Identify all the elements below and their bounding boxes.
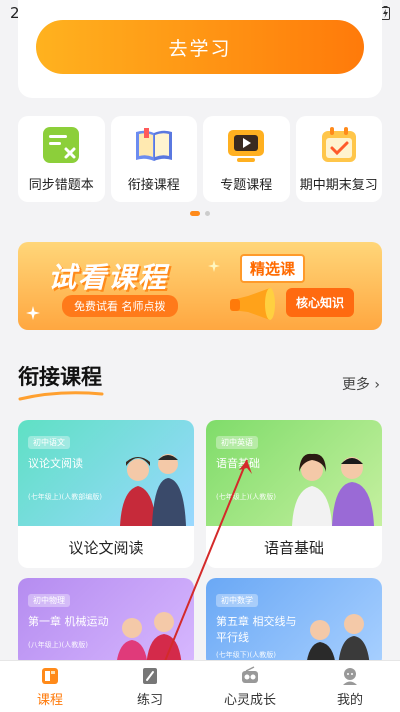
- teachers-image: [306, 614, 370, 668]
- banner-subtitle: 免费试看 名师点拨: [62, 295, 178, 317]
- course-thumbnail: 初中物理 第一章 机械运动 (八年级上)(人教版): [18, 578, 194, 668]
- course-card[interactable]: 初中语文 议论文阅读 (七年级上)(人教部编版) 议论文阅读: [18, 420, 194, 568]
- sparkle-icon: [26, 306, 40, 320]
- tile-label: 期中期末复习: [299, 178, 378, 193]
- carousel-dot: [205, 211, 210, 216]
- battery-icon: [381, 6, 390, 20]
- teachers-image: [120, 454, 186, 526]
- course-subject-tag: 初中数学: [216, 594, 258, 607]
- course-subject-tag: 初中语文: [28, 436, 70, 449]
- tile-exam-review[interactable]: 期中期末复习: [295, 116, 382, 202]
- radio-icon: [242, 665, 258, 683]
- tile-wrong-questions[interactable]: 同步错题本: [18, 116, 105, 202]
- course-grade: (八年级上)(人教版): [28, 641, 88, 649]
- nav-label: 心灵成长: [223, 692, 276, 708]
- pencil-note-icon: [143, 667, 157, 684]
- sparkle-icon: [208, 260, 220, 272]
- video-icon: [228, 130, 265, 162]
- teachers-image: [116, 612, 182, 668]
- nav-label: 练习: [136, 692, 163, 708]
- course-thumbnail: 初中英语 语音基础 (七年级上)(人教版): [206, 420, 382, 526]
- course-card[interactable]: 初中物理 第一章 机械运动 (八年级上)(人教版): [18, 578, 194, 668]
- nav-mind-growth[interactable]: 心灵成长: [200, 661, 300, 712]
- course-thumbnail: 初中数学 第五章 相交线与平行线 (七年级下)(人教版): [206, 578, 382, 668]
- course-thumb-title: 第五章 相交线与平行线: [216, 615, 297, 644]
- course-card[interactable]: 初中数学 第五章 相交线与平行线 (七年级下)(人教版): [206, 578, 382, 668]
- megaphone-icon: [230, 288, 275, 320]
- course-subject-tag: 初中英语: [216, 436, 258, 449]
- nav-label: 我的: [336, 692, 363, 708]
- trial-courses-banner[interactable]: 试看课程 免费试看 名师点拨 精选课 核心知识: [18, 242, 382, 330]
- course-grade: (七年级上)(人教版): [216, 493, 276, 501]
- course-subject-tag: 初中物理: [28, 594, 70, 607]
- course-grade: (七年级下)(人教版): [216, 651, 276, 659]
- tile-label: 同步错题本: [28, 178, 94, 193]
- wrong-questions-icon: [43, 127, 80, 163]
- more-link[interactable]: 更多 ›: [342, 374, 380, 394]
- nav-courses[interactable]: 课程: [0, 661, 100, 712]
- calendar-icon: [321, 127, 356, 162]
- nav-label: 课程: [36, 692, 63, 708]
- banner-headline: 试看课程: [48, 261, 169, 294]
- core-knowledge-button[interactable]: 核心知识: [286, 288, 355, 317]
- course-grade: (七年级上)(人教部编版): [28, 493, 102, 501]
- tile-bridge-courses[interactable]: 衔接课程: [110, 116, 197, 202]
- course-thumbnail: 初中语文 议论文阅读 (七年级上)(人教部编版): [18, 420, 194, 526]
- more-label: 更多: [341, 377, 370, 393]
- course-name: 议论文阅读: [68, 538, 144, 557]
- banner-badge: 精选课: [240, 254, 306, 283]
- course-name: 语音基础: [263, 538, 324, 557]
- teachers-image: [292, 453, 374, 526]
- carousel-dot-active: [190, 211, 200, 216]
- tile-label: 专题课程: [220, 178, 273, 193]
- course-thumb-title: 第一章 机械运动: [28, 615, 109, 628]
- chevron-right-icon: ›: [374, 377, 380, 393]
- tile-topic-courses[interactable]: 专题课程: [203, 116, 290, 202]
- nav-practice[interactable]: 练习: [100, 661, 200, 712]
- profile-icon: [343, 667, 357, 685]
- go-study-button[interactable]: 去学习: [36, 20, 364, 74]
- title-underline: [18, 391, 104, 401]
- bottom-nav: 课程 练习 心灵成长 我的: [0, 660, 400, 712]
- section-title: 衔接课程: [18, 365, 102, 389]
- nav-me[interactable]: 我的: [300, 661, 400, 712]
- feature-tiles: 同步错题本 衔接课程 专题课程 期中期末复习: [18, 116, 382, 202]
- carousel-indicator: [0, 211, 400, 216]
- course-thumb-title: 议论文阅读: [28, 457, 83, 470]
- book-icon: [135, 128, 172, 161]
- tile-label: 衔接课程: [127, 178, 180, 193]
- course-card[interactable]: 初中英语 语音基础 (七年级上)(人教版) 语音基础: [206, 420, 382, 568]
- course-thumb-title: 语音基础: [216, 457, 260, 470]
- courses-tab-icon: [42, 667, 58, 684]
